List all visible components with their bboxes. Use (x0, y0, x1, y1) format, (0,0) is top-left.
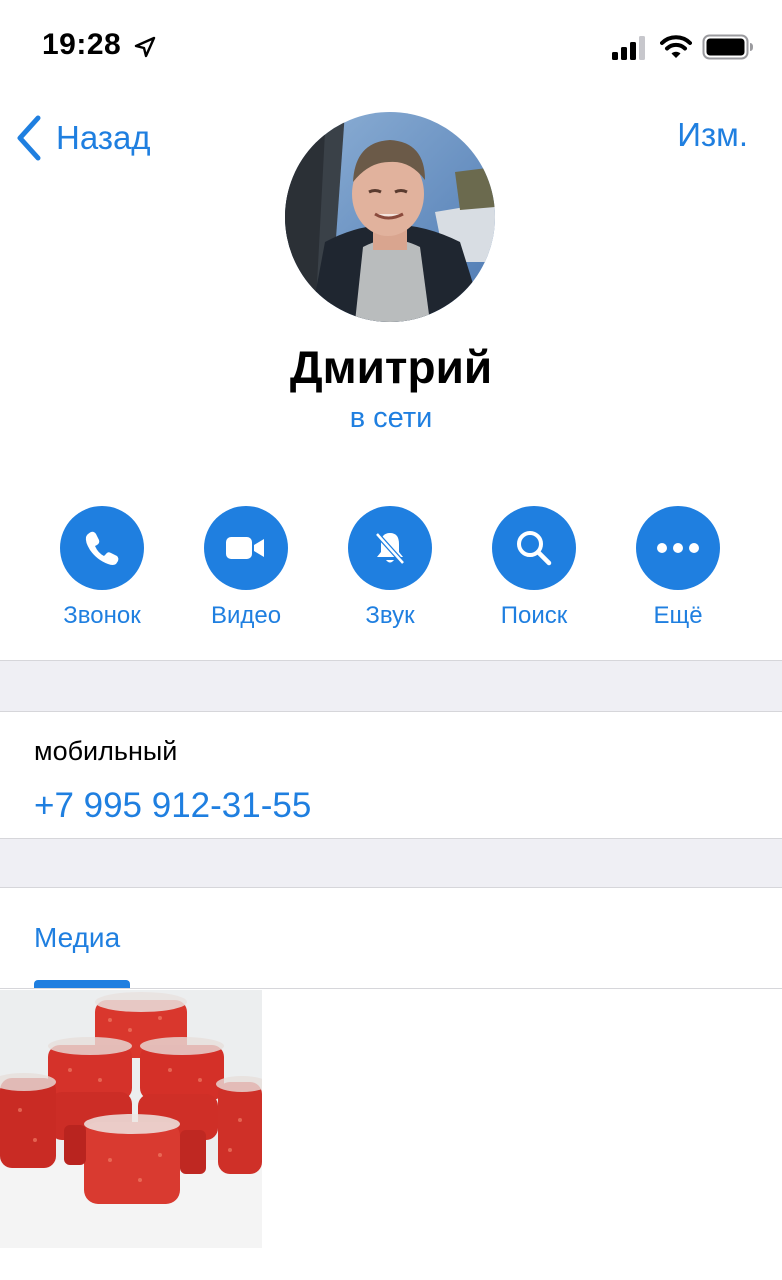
phone-number[interactable]: +7 995 912-31-55 (34, 786, 311, 826)
location-arrow-icon (134, 36, 156, 58)
status-bar: 19:28 (0, 0, 782, 96)
search-button[interactable]: Поиск (469, 506, 599, 630)
contact-status: в сети (349, 402, 433, 434)
sound-button-circle (348, 506, 432, 590)
tab-indicator (34, 980, 130, 988)
edit-button[interactable]: Изм. (677, 116, 748, 154)
chevron-left-icon (17, 115, 41, 161)
section-separator (0, 838, 782, 888)
video-icon (226, 537, 264, 559)
media-photo (0, 990, 262, 1248)
cellular-signal-icon (612, 36, 645, 60)
back-label: Назад (56, 119, 151, 156)
more-button-circle (636, 506, 720, 590)
status-time: 19:28 (42, 28, 122, 61)
media-thumbnail[interactable] (0, 990, 262, 1248)
contact-name: Дмитрий (289, 341, 493, 393)
more-icon (657, 543, 699, 553)
tab-media[interactable]: Медиа (34, 922, 120, 954)
video-button[interactable]: Видео (181, 506, 311, 630)
wifi-icon (660, 35, 692, 58)
more-button[interactable]: Ещё (613, 506, 743, 630)
sound-button[interactable]: Звук (325, 506, 455, 630)
bell-muted-icon (375, 532, 405, 565)
sound-label: Звук (365, 602, 415, 629)
phone-type-label: мобильный (34, 736, 178, 766)
call-button-circle (60, 506, 144, 590)
contact-profile-screen: 19:28 Назад Изм. Дмитрий в сети Звонок В… (0, 0, 782, 1280)
video-label: Видео (210, 602, 282, 629)
back-button[interactable]: Назад (14, 112, 151, 164)
avatar-photo (285, 112, 495, 322)
search-button-circle (492, 506, 576, 590)
search-icon (517, 531, 552, 566)
video-button-circle (204, 506, 288, 590)
call-button[interactable]: Звонок (37, 506, 167, 630)
avatar[interactable] (285, 112, 495, 322)
search-label: Поиск (500, 602, 568, 629)
section-separator (0, 660, 782, 712)
battery-icon (702, 34, 753, 60)
phone-icon (85, 531, 119, 565)
media-divider (0, 988, 782, 989)
action-bar: Звонок Видео Звук Поиск Ещё (0, 506, 782, 636)
more-label: Ещё (653, 602, 703, 629)
call-label: Звонок (63, 602, 141, 629)
phone-section: мобильный +7 995 912-31-55 (0, 712, 782, 838)
